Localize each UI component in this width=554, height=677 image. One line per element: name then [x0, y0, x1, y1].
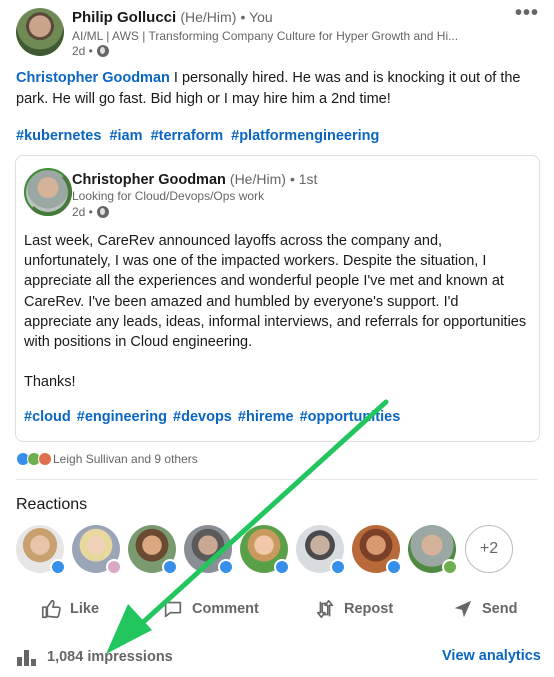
like-badge-icon — [50, 559, 66, 575]
shared-author-name[interactable]: Christopher Goodman — [72, 172, 226, 188]
hashtag-link[interactable]: #terraform — [151, 128, 224, 144]
shared-author-name-line[interactable]: Christopher Goodman (He/Him) • 1st — [72, 171, 317, 188]
reactor-avatar[interactable] — [296, 525, 346, 575]
reactions-summary[interactable]: Leigh Sullivan and 9 others — [53, 452, 198, 466]
author-name-line[interactable]: Philip Gollucci (He/Him) • You — [72, 9, 273, 26]
send-button[interactable]: Send — [452, 592, 517, 626]
like-label: Like — [70, 601, 100, 617]
bar-chart-icon — [17, 650, 36, 666]
view-analytics-link[interactable]: View analytics — [442, 648, 541, 664]
author-connection: • You — [240, 9, 273, 25]
like-button[interactable]: Like — [40, 592, 99, 626]
shared-post-time-text: 2d • — [72, 205, 93, 219]
shared-paragraph: Thanks! — [24, 374, 76, 391]
more-options-icon[interactable]: ••• — [515, 2, 539, 25]
post-time: 2d • — [72, 44, 109, 58]
hashtag-link[interactable]: #iam — [109, 128, 142, 144]
hashtag-link[interactable]: #kubernetes — [16, 128, 101, 144]
globe-icon — [96, 45, 109, 57]
mention-link[interactable]: Christopher Goodman — [16, 70, 170, 86]
shared-paragraph: Last week, CareRev announced layoffs acr… — [24, 233, 527, 351]
comment-label: Comment — [192, 601, 259, 617]
feed-post: Philip Gollucci (He/Him) • You AI/ML | A… — [0, 0, 554, 677]
hashtag-link[interactable]: #opportunities — [300, 409, 401, 425]
author-headline: AI/ML | AWS | Transforming Company Cultu… — [72, 29, 459, 43]
social-counts[interactable]: Leigh Sullivan and 9 others — [16, 452, 198, 466]
like-badge-icon — [330, 559, 346, 575]
reactor-avatar[interactable] — [72, 525, 122, 575]
reactor-avatar[interactable] — [352, 525, 402, 575]
reactor-avatar[interactable] — [240, 525, 290, 575]
repost-label: Repost — [344, 601, 394, 617]
shared-post-card[interactable]: Christopher Goodman (He/Him) • 1st Looki… — [15, 155, 540, 442]
shared-author-pronouns: (He/Him) — [229, 171, 286, 187]
hashtag-link[interactable]: #cloud — [24, 409, 71, 425]
comment-icon — [164, 601, 182, 618]
shared-post-body: Last week, CareRev announced layoffs acr… — [24, 231, 529, 412]
celebrate-badge-icon — [442, 559, 458, 575]
shared-post-time: 2d • — [72, 205, 109, 219]
reactions-heading: Reactions — [16, 496, 88, 513]
comment-button[interactable]: Comment — [162, 592, 259, 626]
support-badge-icon — [106, 559, 122, 575]
hashtag-link[interactable]: #devops — [173, 409, 232, 425]
reaction-type-icons — [16, 452, 52, 466]
shared-author-headline: Looking for Cloud/Devops/Ops work — [72, 189, 265, 203]
author-avatar[interactable] — [16, 8, 64, 56]
more-reactors-button[interactable]: +2 — [465, 525, 513, 573]
shared-hashtags: #cloud #engineering #devops #hireme #opp… — [24, 409, 402, 425]
like-badge-icon — [274, 559, 290, 575]
repost-button[interactable]: Repost — [314, 592, 393, 626]
divider — [16, 479, 538, 480]
globe-icon — [96, 206, 109, 218]
post-hashtags: #kubernetes #iam #terraform #platformeng… — [16, 128, 383, 144]
send-label: Send — [482, 601, 518, 617]
impressions-label: 1,084 impressions — [47, 649, 173, 665]
like-badge-icon — [162, 559, 178, 575]
reactor-avatar[interactable] — [408, 525, 458, 575]
impressions-count[interactable]: 1,084 impressions — [16, 648, 173, 666]
hashtag-link[interactable]: #platformengineering — [231, 128, 379, 144]
like-badge-icon — [218, 559, 234, 575]
like-icon — [41, 599, 61, 619]
author-pronouns: (He/Him) — [180, 9, 237, 25]
author-name[interactable]: Philip Gollucci — [72, 9, 176, 26]
support-reaction-icon — [38, 452, 52, 466]
action-bar: Like Comment Repost Send — [16, 592, 538, 628]
hashtag-link[interactable]: #hireme — [238, 409, 294, 425]
open-to-work-ring — [24, 168, 72, 216]
repost-icon — [316, 599, 334, 619]
send-icon — [454, 600, 472, 618]
post-text: Christopher Goodman I personally hired. … — [16, 68, 538, 110]
reactor-avatar[interactable] — [16, 525, 66, 575]
reactor-avatar[interactable] — [184, 525, 234, 575]
reactor-avatar[interactable] — [128, 525, 178, 575]
post-time-text: 2d • — [72, 44, 93, 58]
shared-author-connection: • 1st — [289, 171, 318, 187]
like-badge-icon — [386, 559, 402, 575]
hashtag-link[interactable]: #engineering — [77, 409, 167, 425]
